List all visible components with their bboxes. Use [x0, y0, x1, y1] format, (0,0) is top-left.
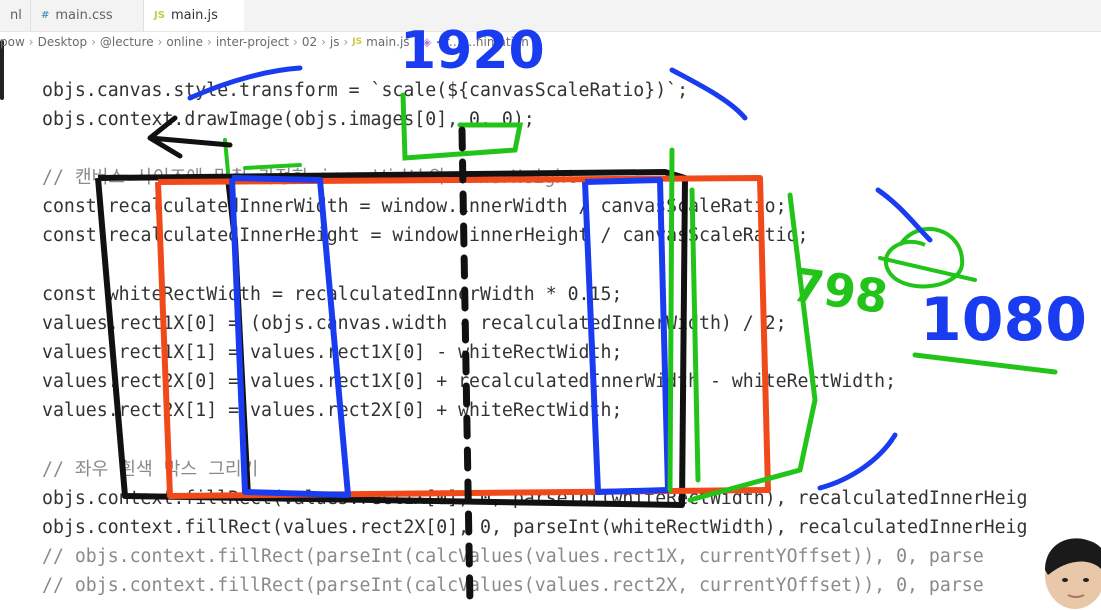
- annotation-1080: 1080: [920, 285, 1087, 355]
- annotation-1920: 1920: [400, 21, 545, 81]
- center-dashed-line: [458, 126, 474, 605]
- drawing-overlay: 1920 1080 798: [95, 21, 1087, 605]
- blue-stroke-top: [187, 65, 303, 101]
- blue-rect-right: [582, 177, 671, 495]
- blue-stroke-right: [669, 67, 748, 121]
- blue-rect-left: [229, 175, 351, 498]
- green-underline: [912, 352, 1058, 375]
- black-arrow: [147, 115, 233, 159]
- blue-stroke-right-top: [875, 187, 933, 243]
- blue-stroke-bottom: [817, 432, 898, 491]
- green-circle: [883, 226, 965, 289]
- green-marks-left: [223, 138, 302, 174]
- green-side-curve: [687, 192, 818, 503]
- presenter-avatar: [1045, 538, 1101, 609]
